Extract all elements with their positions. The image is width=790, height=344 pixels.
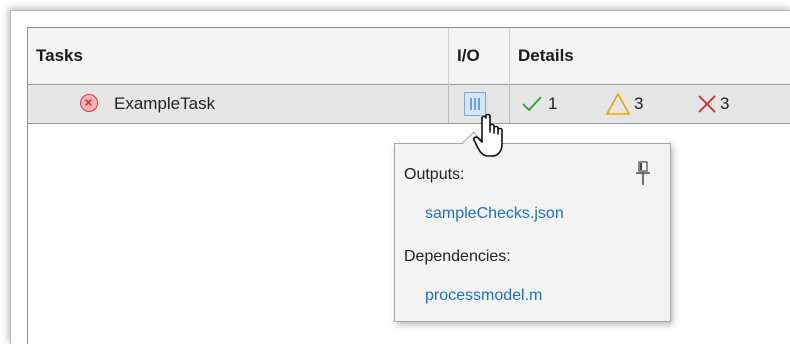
dependency-file-link[interactable]: processmodel.m: [425, 287, 542, 305]
hand-pointer-icon: [472, 112, 518, 160]
error-circle-icon: [80, 94, 98, 112]
outputs-label: Outputs:: [404, 166, 465, 183]
column-header-io[interactable]: I/O: [457, 28, 480, 84]
dependencies-label: Dependencies:: [404, 248, 511, 265]
io-popover: Outputs: sampleChecks.json Dependencies:…: [394, 131, 671, 322]
table-header: Tasks I/O Details: [28, 28, 790, 85]
table-row[interactable]: ExampleTask 1 3 3: [28, 85, 790, 124]
output-file-link[interactable]: sampleChecks.json: [425, 205, 564, 223]
pass-count: 1: [548, 94, 558, 113]
pin-icon[interactable]: [633, 160, 653, 188]
warning-triangle-icon: [605, 92, 631, 121]
column-header-tasks[interactable]: Tasks: [36, 28, 83, 84]
column-header-details[interactable]: Details: [518, 28, 574, 84]
task-name[interactable]: ExampleTask: [114, 85, 215, 123]
warning-count: 3: [634, 94, 644, 113]
fail-count: 3: [720, 94, 730, 113]
check-icon: [521, 94, 543, 119]
column-divider: [448, 85, 449, 123]
x-icon: [697, 94, 717, 119]
